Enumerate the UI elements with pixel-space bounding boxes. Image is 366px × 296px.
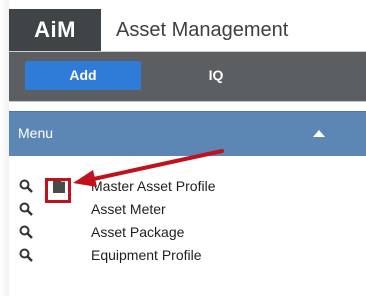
frame-edge (0, 0, 9, 296)
annotation-arrow (73, 149, 224, 187)
app-window: AiM Asset Management Add IQ Menu Master … (9, 9, 366, 296)
